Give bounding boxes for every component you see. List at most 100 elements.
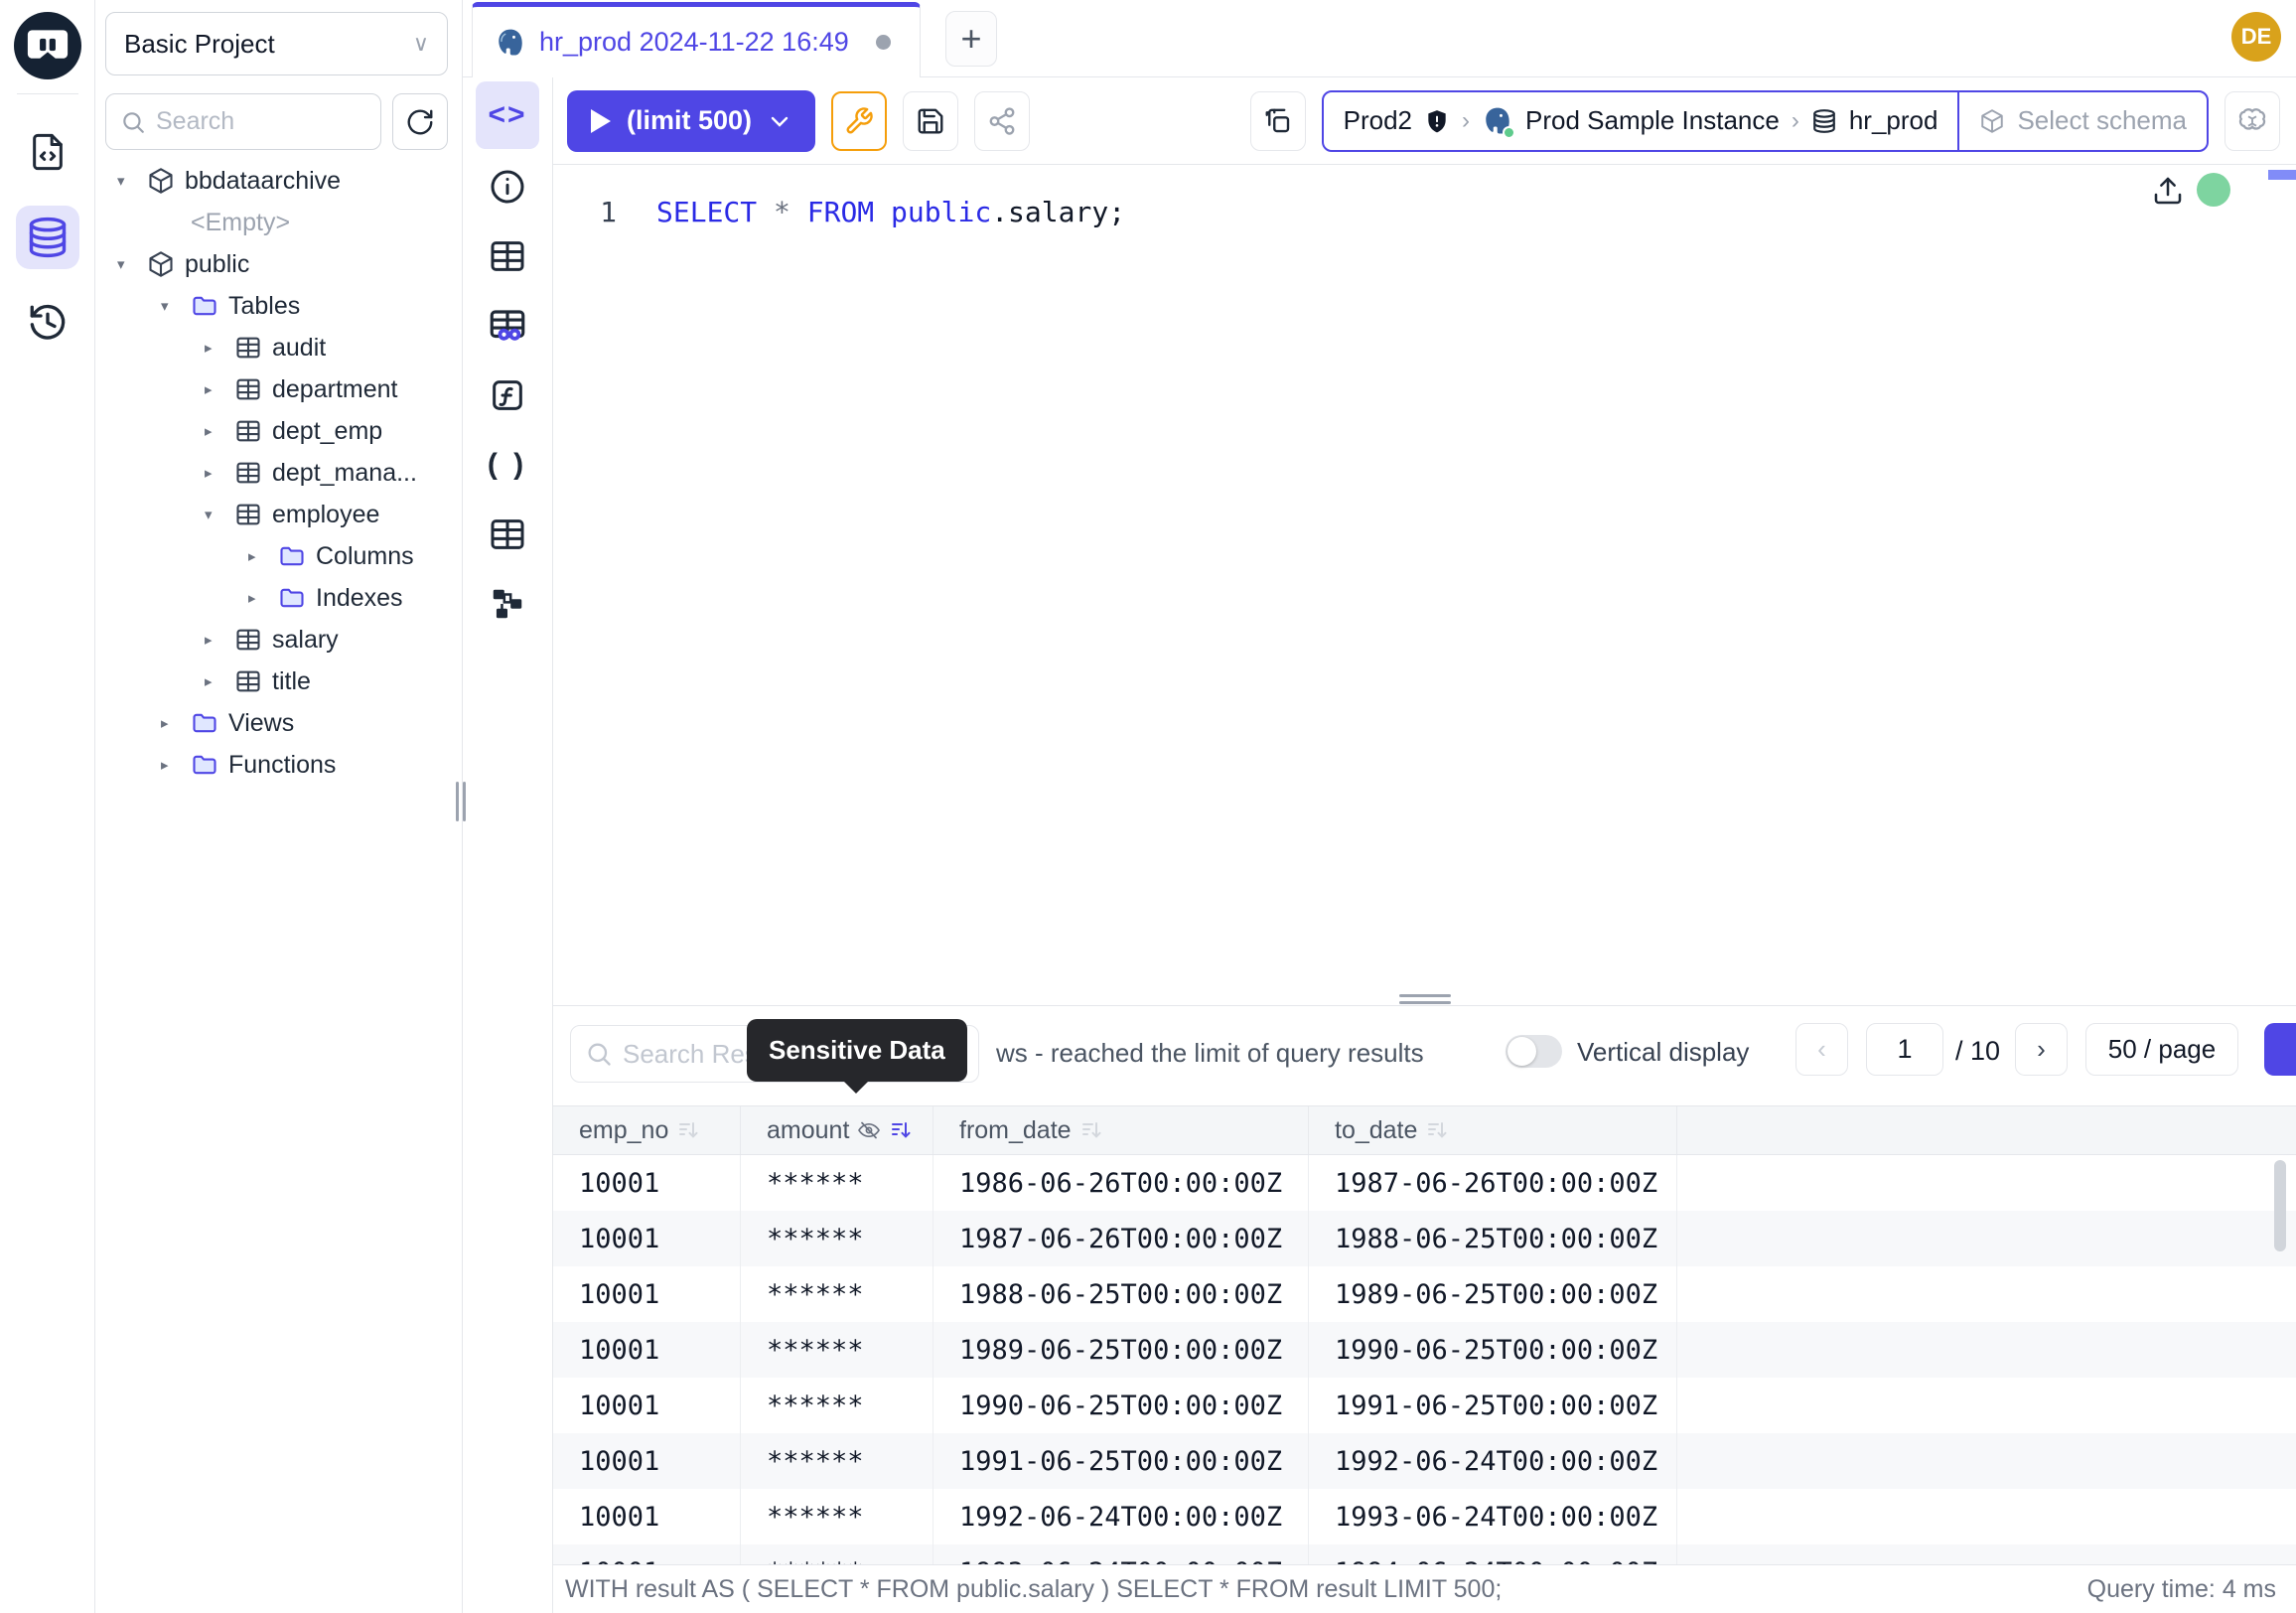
tree-item-views[interactable]: ▸Views: [95, 702, 462, 744]
cell-emp_no[interactable]: 10001: [553, 1266, 741, 1322]
chevron-right-icon[interactable]: ▸: [205, 380, 234, 398]
cell-amount[interactable]: ******: [741, 1378, 933, 1433]
chevron-right-icon[interactable]: ▸: [161, 756, 191, 774]
sort-icon[interactable]: [676, 1118, 700, 1142]
tree-item-tables[interactable]: ▾Tables: [95, 285, 462, 327]
refresh-button[interactable]: [392, 93, 448, 150]
export-button[interactable]: [2264, 1023, 2296, 1076]
cell-to_date[interactable]: 1989-06-25T00:00:00Z: [1309, 1266, 1677, 1322]
column-header-amount[interactable]: amount: [741, 1106, 933, 1154]
cell-from_date[interactable]: 1989-06-25T00:00:00Z: [933, 1322, 1309, 1378]
table-panel-icon[interactable]: [486, 234, 529, 278]
chevron-down-icon[interactable]: ▾: [161, 297, 191, 315]
parameters-panel-icon[interactable]: ( ): [486, 443, 529, 487]
chevron-right-icon[interactable]: ▸: [205, 422, 234, 440]
sort-icon[interactable]: [1425, 1118, 1449, 1142]
cell-to_date[interactable]: 1991-06-25T00:00:00Z: [1309, 1378, 1677, 1433]
tree-item-bbdataarchive[interactable]: ▾bbdataarchive: [95, 160, 462, 202]
database-icon[interactable]: [16, 206, 79, 269]
schema-diagram-panel-icon[interactable]: [486, 582, 529, 626]
project-selector[interactable]: Basic Project ∨: [105, 12, 448, 75]
info-icon[interactable]: [486, 165, 529, 209]
table-row[interactable]: 10001******1991-06-25T00:00:00Z1992-06-2…: [553, 1433, 2296, 1489]
editor-scrollbar-indicator[interactable]: [2268, 170, 2296, 180]
tree-item-department[interactable]: ▸department: [95, 368, 462, 410]
tree-item-public[interactable]: ▾public: [95, 243, 462, 285]
cell-emp_no[interactable]: 10001: [553, 1489, 741, 1544]
cell-emp_no[interactable]: 10001: [553, 1433, 741, 1489]
chevron-right-icon[interactable]: ▸: [205, 464, 234, 482]
sidebar-search[interactable]: [105, 93, 381, 150]
connection-database-segment[interactable]: Prod2 › Prod Sample Instance: [1324, 92, 1958, 150]
table-scrollbar[interactable]: [2274, 1160, 2286, 1251]
vertical-display-toggle[interactable]: [1506, 1035, 1562, 1068]
cell-emp_no[interactable]: 10001: [553, 1544, 741, 1564]
cell-emp_no[interactable]: 10001: [553, 1322, 741, 1378]
cell-amount[interactable]: ******: [741, 1489, 933, 1544]
table-row[interactable]: 10001******1987-06-26T00:00:00Z1988-06-2…: [553, 1211, 2296, 1266]
sidebar-resize-handle[interactable]: [456, 782, 468, 821]
table-row[interactable]: 10001******1989-06-25T00:00:00Z1990-06-2…: [553, 1322, 2296, 1378]
admin-wrench-button[interactable]: [831, 91, 887, 151]
chevron-down-icon[interactable]: ▾: [117, 255, 147, 273]
avatar[interactable]: DE: [2231, 12, 2281, 62]
history-icon[interactable]: [16, 291, 79, 355]
results-resize-handle[interactable]: [1399, 994, 1451, 1004]
tree-item-title[interactable]: ▸title: [95, 660, 462, 702]
tree-item-audit[interactable]: ▸audit: [95, 327, 462, 368]
cell-to_date[interactable]: 1988-06-25T00:00:00Z: [1309, 1211, 1677, 1266]
cell-from_date[interactable]: 1988-06-25T00:00:00Z: [933, 1266, 1309, 1322]
sort-icon[interactable]: [889, 1118, 913, 1142]
cell-from_date[interactable]: 1987-06-26T00:00:00Z: [933, 1211, 1309, 1266]
cell-from_date[interactable]: 1993-06-24T00:00:00Z: [933, 1544, 1309, 1564]
cell-amount[interactable]: ******: [741, 1544, 933, 1564]
column-header-to_date[interactable]: to_date: [1309, 1106, 1677, 1154]
tree-item-functions[interactable]: ▸Functions: [95, 744, 462, 786]
tree-item-salary[interactable]: ▸salary: [95, 619, 462, 660]
new-tab-button[interactable]: +: [945, 11, 997, 67]
cell-to_date[interactable]: 1993-06-24T00:00:00Z: [1309, 1489, 1677, 1544]
tree-item--empty-[interactable]: <Empty>: [95, 202, 462, 243]
share-button[interactable]: [974, 91, 1030, 151]
select-schema-button[interactable]: Select schema: [1959, 92, 2207, 150]
batch-query-button[interactable]: [1250, 91, 1306, 151]
table-row[interactable]: 10001******1993-06-24T00:00:00Z1994-06-2…: [553, 1544, 2296, 1564]
tree-item-indexes[interactable]: ▸Indexes: [95, 577, 462, 619]
chevron-down-icon[interactable]: ▾: [117, 172, 147, 190]
cell-amount[interactable]: ******: [741, 1155, 933, 1211]
cell-amount[interactable]: ******: [741, 1433, 933, 1489]
upload-icon[interactable]: [2152, 175, 2184, 207]
worksheet-icon[interactable]: [16, 120, 79, 184]
cell-from_date[interactable]: 1986-06-26T00:00:00Z: [933, 1155, 1309, 1211]
chevron-right-icon[interactable]: ▸: [205, 672, 234, 690]
sort-icon[interactable]: [1079, 1118, 1103, 1142]
table-list-panel-icon[interactable]: [486, 513, 529, 556]
save-button[interactable]: [903, 91, 958, 151]
cell-amount[interactable]: ******: [741, 1266, 933, 1322]
cell-emp_no[interactable]: 10001: [553, 1378, 741, 1433]
chevron-down-icon[interactable]: ▾: [205, 506, 234, 523]
run-query-button[interactable]: (limit 500): [567, 90, 815, 152]
cell-emp_no[interactable]: 10001: [553, 1155, 741, 1211]
cell-from_date[interactable]: 1991-06-25T00:00:00Z: [933, 1433, 1309, 1489]
cell-to_date[interactable]: 1987-06-26T00:00:00Z: [1309, 1155, 1677, 1211]
sensitive-data-panel-icon[interactable]: [486, 304, 529, 348]
table-row[interactable]: 10001******1992-06-24T00:00:00Z1993-06-2…: [553, 1489, 2296, 1544]
chevron-right-icon[interactable]: ▸: [161, 714, 191, 732]
sidebar-search-input[interactable]: [156, 107, 366, 136]
worksheet-tab[interactable]: hr_prod 2024-11-22 16:49: [472, 2, 921, 77]
functions-panel-icon[interactable]: [486, 373, 529, 417]
table-row[interactable]: 10001******1986-06-26T00:00:00Z1987-06-2…: [553, 1155, 2296, 1211]
tree-item-columns[interactable]: ▸Columns: [95, 535, 462, 577]
table-row[interactable]: 10001******1988-06-25T00:00:00Z1989-06-2…: [553, 1266, 2296, 1322]
cell-amount[interactable]: ******: [741, 1211, 933, 1266]
cell-to_date[interactable]: 1992-06-24T00:00:00Z: [1309, 1433, 1677, 1489]
tree-item-employee[interactable]: ▾employee: [95, 494, 462, 535]
prev-page-button[interactable]: ‹: [1795, 1023, 1848, 1076]
chevron-right-icon[interactable]: ▸: [248, 589, 278, 607]
code-panel-icon[interactable]: <>: [476, 81, 539, 149]
chevron-right-icon[interactable]: ▸: [205, 631, 234, 649]
column-header-from_date[interactable]: from_date: [933, 1106, 1309, 1154]
chevron-right-icon[interactable]: ▸: [248, 547, 278, 565]
cell-emp_no[interactable]: 10001: [553, 1211, 741, 1266]
